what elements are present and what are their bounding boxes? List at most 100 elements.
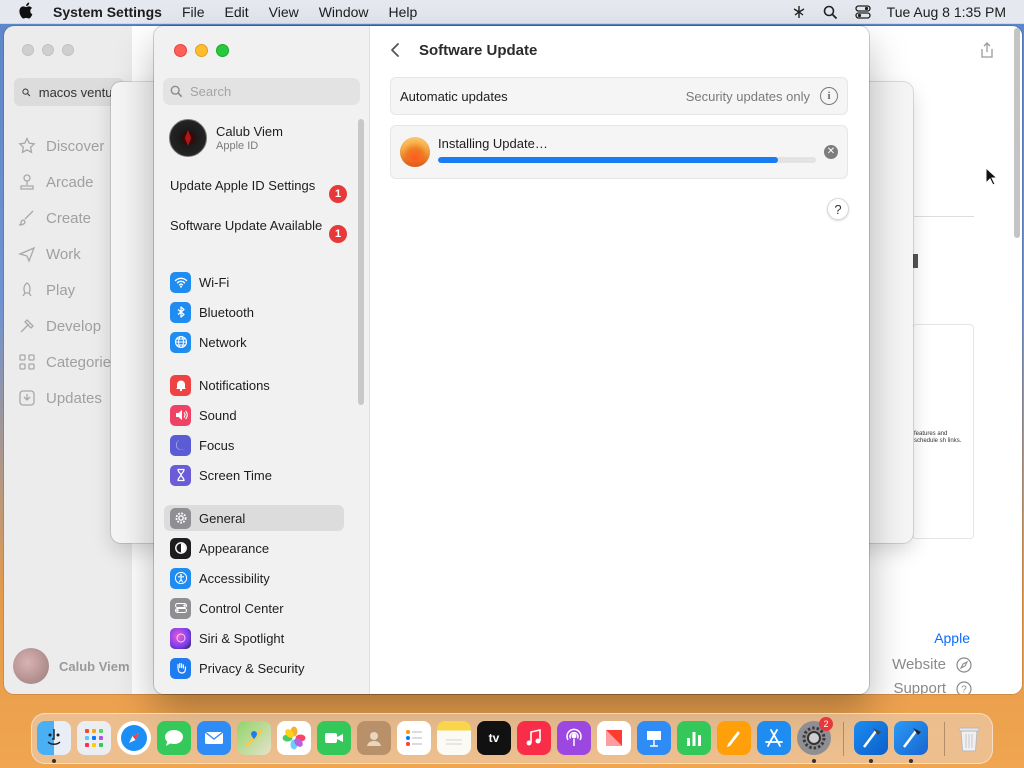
back-chevron-icon[interactable] <box>390 42 400 63</box>
settings-search-input[interactable] <box>190 84 350 99</box>
notice-update-apple-id[interactable]: Update Apple ID Settings <box>170 178 340 194</box>
sidebar-item-focus[interactable]: Focus <box>164 432 344 458</box>
menu-clock[interactable]: Tue Aug 8 1:35 PM <box>887 4 1006 20</box>
nav-updates[interactable]: Updates <box>18 380 119 416</box>
rocket-icon <box>22 282 32 297</box>
dock-facetime-icon[interactable] <box>317 721 351 755</box>
sidebar-item-accessibility[interactable]: Accessibility <box>164 565 344 591</box>
dock-pages-icon[interactable] <box>717 721 751 755</box>
menu-help[interactable]: Help <box>389 4 418 20</box>
sidebar-item-wifi[interactable]: Wi-Fi <box>164 269 344 295</box>
sidebar-item-label: Siri & Spotlight <box>199 630 285 646</box>
support-link[interactable]: Support ? <box>893 680 972 694</box>
sidebar-item-control-center[interactable]: Control Center <box>164 595 344 621</box>
nav-develop[interactable]: Develop <box>18 308 119 344</box>
nav-arcade[interactable]: Arcade <box>18 164 119 200</box>
hammer-icon <box>20 319 34 333</box>
sidebar-item-label: Sound <box>199 407 237 423</box>
notice-label: Software Update Available <box>170 218 323 233</box>
info-icon[interactable]: i <box>820 87 838 105</box>
sidebar-item-sound[interactable]: Sound <box>164 402 344 428</box>
menu-edit[interactable]: Edit <box>225 4 249 20</box>
running-indicator <box>812 759 816 763</box>
dock-tv-icon[interactable]: tv <box>477 721 511 755</box>
nav-label: Work <box>46 245 81 263</box>
dock-mail-icon[interactable] <box>197 721 231 755</box>
nav-label: Updates <box>46 389 102 407</box>
dock-maps-icon[interactable] <box>237 721 271 755</box>
sidebar-item-label: Focus <box>199 437 235 453</box>
mouse-pointer-icon <box>985 166 999 190</box>
screenshot-card-text: features and schedule sh links. <box>914 431 962 444</box>
dock-launchpad-icon[interactable] <box>77 721 111 755</box>
sidebar-item-general[interactable]: General <box>164 505 344 531</box>
update-progress-bar <box>438 157 816 163</box>
menu-file[interactable]: File <box>182 4 205 20</box>
dock-messages-icon[interactable] <box>157 721 191 755</box>
menu-app-name[interactable]: System Settings <box>53 4 162 20</box>
minimize-button[interactable] <box>195 44 208 57</box>
gear-icon <box>170 507 191 529</box>
nav-work[interactable]: Work <box>18 236 119 272</box>
hourglass-icon <box>170 464 191 486</box>
dock-trash-icon[interactable] <box>952 721 986 755</box>
dock-xcode-icon[interactable] <box>854 721 888 755</box>
notification-badge: 1 <box>329 225 347 243</box>
control-center-icon[interactable] <box>855 4 871 20</box>
support-link-label: Support <box>893 680 946 694</box>
nav-create[interactable]: Create <box>18 200 119 236</box>
share-icon[interactable] <box>980 42 994 61</box>
sidebar-item-siri-spotlight[interactable]: Siri & Spotlight <box>164 625 344 651</box>
dock-notes-icon[interactable] <box>437 721 471 755</box>
close-button[interactable] <box>174 44 187 57</box>
minimize-button[interactable] <box>42 44 54 56</box>
dock-xcode-beta-icon[interactable] <box>894 721 928 755</box>
menu-view[interactable]: View <box>269 4 299 20</box>
spotlight-search-icon[interactable] <box>823 4 839 20</box>
sidebar-scrollbar[interactable] <box>358 119 364 405</box>
sidebar-item-label: Screen Time <box>199 467 272 483</box>
settings-sidebar: Calub Viem Apple ID Update Apple ID Sett… <box>154 26 370 694</box>
dock-safari-icon[interactable] <box>117 721 151 755</box>
dock-reminders-icon[interactable] <box>397 721 431 755</box>
website-link[interactable]: Website <box>892 656 972 673</box>
zoom-button[interactable] <box>216 44 229 57</box>
dock-news-icon[interactable] <box>597 721 631 755</box>
app-store-account[interactable]: Calub Viem <box>13 648 130 684</box>
accessibility-icon <box>170 567 191 589</box>
app-store-scrollbar[interactable] <box>1014 28 1020 238</box>
siri-icon <box>170 627 191 649</box>
dock-photos-icon[interactable] <box>277 721 311 755</box>
developer-link[interactable]: Apple <box>934 630 970 646</box>
nav-discover[interactable]: Discover <box>18 128 119 164</box>
dock-keynote-icon[interactable] <box>637 721 671 755</box>
settings-content: Software Update Automatic updates Securi… <box>370 26 869 694</box>
apple-id-account[interactable]: Calub Viem Apple ID <box>169 119 283 157</box>
dock-contacts-icon[interactable] <box>357 721 391 755</box>
zoom-button[interactable] <box>62 44 74 56</box>
moon-icon <box>170 434 191 456</box>
sidebar-item-appearance[interactable]: Appearance <box>164 535 344 561</box>
cancel-update-icon[interactable]: ✕ <box>824 145 838 159</box>
help-button[interactable]: ? <box>827 198 849 220</box>
dock-app-store-icon[interactable] <box>757 721 791 755</box>
sidebar-item-screen-time[interactable]: Screen Time <box>164 462 344 488</box>
hand-icon <box>170 657 191 679</box>
sidebar-item-notifications[interactable]: Notifications <box>164 372 344 398</box>
settings-search-field[interactable] <box>163 78 360 105</box>
sidebar-item-network[interactable]: Network <box>164 329 344 355</box>
dock-podcasts-icon[interactable] <box>557 721 591 755</box>
activity-status-icon[interactable] <box>791 4 807 20</box>
close-button[interactable] <box>22 44 34 56</box>
menu-window[interactable]: Window <box>319 4 369 20</box>
nav-categories[interactable]: Categories <box>18 344 119 380</box>
dock-music-icon[interactable] <box>517 721 551 755</box>
dock-finder-icon[interactable] <box>37 721 71 755</box>
app-store-search-field[interactable]: macos ventura <box>14 78 124 106</box>
dock-numbers-icon[interactable] <box>677 721 711 755</box>
nav-play[interactable]: Play <box>18 272 119 308</box>
sidebar-item-privacy-security[interactable]: Privacy & Security <box>164 655 344 681</box>
sidebar-item-bluetooth[interactable]: Bluetooth <box>164 299 344 325</box>
apple-menu-icon[interactable] <box>18 2 38 22</box>
notice-software-update[interactable]: Software Update Available <box>170 218 340 234</box>
